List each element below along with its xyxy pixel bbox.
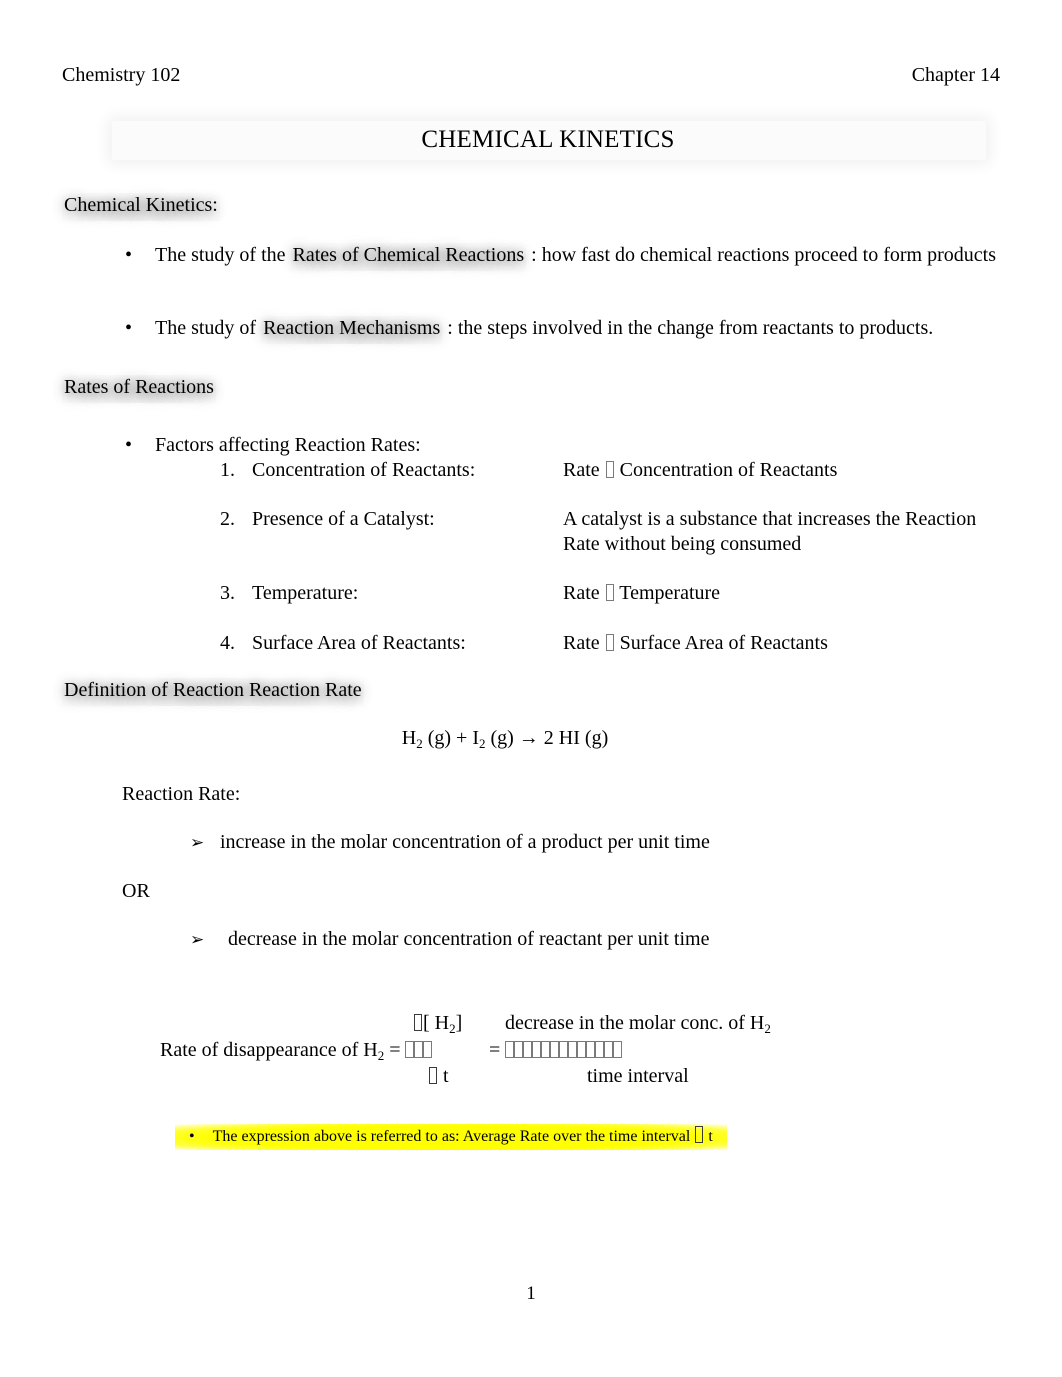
section-heading-definition-text: Definition of Reaction Reaction Rate xyxy=(62,678,364,706)
section-heading-rates-of-reactions: Rates of Reactions xyxy=(62,375,216,403)
running-head: Chemistry 102 Chapter 14 xyxy=(62,62,1000,88)
highlighted-note-text-post: t xyxy=(704,1128,713,1145)
bullet-text-post: : how fast do chemical reactions proceed… xyxy=(526,244,996,266)
course-label: Chemistry 102 xyxy=(62,64,181,86)
factor-label: Temperature: xyxy=(252,582,359,604)
list-item: • The study of Reaction Mechanisms : the… xyxy=(125,316,1015,344)
equation-i2: I xyxy=(472,727,479,749)
factor-description: A catalyst is a substance that increases… xyxy=(563,508,977,555)
rate-expression-denominator-right: time interval xyxy=(587,1065,689,1087)
list-number: 4. xyxy=(220,632,235,654)
factor-description: Rate Concentration of Reactants xyxy=(563,458,1003,483)
highlighted-note: • The expression above is referred to as… xyxy=(175,1124,895,1150)
numerator-right-text: decrease in the molar conc. of H xyxy=(505,1012,765,1034)
rate-expression-denominator-left: t xyxy=(428,1064,449,1089)
rate-label-equals: = xyxy=(384,1039,406,1061)
list-item-text: The study of the Rates of Chemical React… xyxy=(155,243,996,271)
or-separator: OR xyxy=(122,880,150,902)
highlighted-note-text: The expression above is referred to as: … xyxy=(212,1128,695,1145)
list-number: 2. xyxy=(220,508,235,530)
list-number: 3. xyxy=(220,582,235,604)
factors-heading: Factors affecting Reaction Rates: xyxy=(155,434,421,456)
key-term-reaction-mechanisms: Reaction Mechanisms xyxy=(261,316,443,344)
rate-expression-numerator-right: decrease in the molar conc. of H2 xyxy=(505,1011,771,1041)
proportional-symbol-missing-glyph-icon xyxy=(605,584,614,601)
key-term-rates-of-chemical-reactions: Rates of Chemical Reactions xyxy=(290,243,527,271)
rate-expression-numerator-left: [ H2] xyxy=(413,1011,462,1041)
proportional-symbol-missing-glyph-icon xyxy=(605,461,614,478)
fraction-bar-left-missing-glyph-icon xyxy=(405,1039,433,1061)
chemical-equation: H2 (g) + I2 (g) → 2 HI (g) xyxy=(0,726,1010,756)
list-item-text: The study of Reaction Mechanisms : the s… xyxy=(155,316,933,344)
denominator-time-variable: t xyxy=(443,1065,449,1087)
list-number: 1. xyxy=(220,459,235,481)
bullet-marker: • xyxy=(125,244,133,266)
section-heading-rates-of-reactions-text: Rates of Reactions xyxy=(62,375,216,403)
list-item: • Factors affecting Reaction Rates: xyxy=(125,433,825,458)
table-row: 4. Surface Area of Reactants: Rate Surfa… xyxy=(220,631,1003,656)
factor-label: Surface Area of Reactants: xyxy=(252,632,466,654)
factor-description-post: Temperature xyxy=(614,582,721,604)
section-heading-chemical-kinetics: Chemical Kinetics: xyxy=(62,193,220,221)
page-number: 1 xyxy=(526,1283,536,1304)
equation-gas1: (g) + xyxy=(422,727,473,749)
numerator-bracket: [ H xyxy=(423,1012,450,1034)
factor-description-pre: Rate xyxy=(563,459,605,481)
numerator-close: ] xyxy=(455,1012,463,1034)
numerator-right-subscript: 2 xyxy=(764,1021,771,1036)
equation-h2: H xyxy=(401,727,417,749)
table-row: 1. Concentration of Reactants: Rate Conc… xyxy=(220,458,1003,483)
list-item: ➢ increase in the molar concentration of… xyxy=(190,830,890,855)
factor-description-post: Surface Area of Reactants xyxy=(614,632,828,654)
delta-symbol-missing-glyph-icon xyxy=(695,1126,704,1143)
list-item: ➢ decrease in the molar concentration of… xyxy=(190,927,890,952)
factor-label: Concentration of Reactants: xyxy=(252,459,476,481)
bullet-text-pre: The study of xyxy=(155,317,262,339)
delta-symbol-missing-glyph-icon xyxy=(414,1014,422,1031)
bullet-text-pre: The study of the xyxy=(155,244,291,266)
rate-label-text: Rate of disappearance of H xyxy=(160,1039,378,1061)
table-row: 3. Temperature: Rate Temperature xyxy=(220,581,1003,606)
factor-description-post: Concentration of Reactants xyxy=(614,459,838,481)
factor-label: Presence of a Catalyst: xyxy=(252,508,435,530)
factor-description: Rate Surface Area of Reactants xyxy=(563,631,1003,656)
equation-gas2: (g) → 2 HI (g) xyxy=(485,727,609,749)
arrow-bullet-icon: ➢ xyxy=(190,930,205,949)
chapter-label: Chapter 14 xyxy=(911,64,1000,86)
rate-expression-label: Rate of disappearance of H2 = xyxy=(160,1038,433,1068)
bullet-marker: • xyxy=(125,434,133,456)
fraction-bar-right-missing-glyph-icon xyxy=(505,1039,623,1061)
proportional-symbol-missing-glyph-icon xyxy=(605,634,614,651)
rate-expression-second-equals: = xyxy=(489,1038,623,1063)
document-page: Chemistry 102 Chapter 14 CHEMICAL KINETI… xyxy=(0,0,1062,1377)
factor-description-pre: Rate xyxy=(563,632,605,654)
list-item: • The study of the Rates of Chemical Rea… xyxy=(125,243,1005,271)
bullet-marker: • xyxy=(125,317,133,339)
reaction-rate-heading: Reaction Rate: xyxy=(122,783,241,805)
reaction-rate-increase-text: increase in the molar concentration of a… xyxy=(220,831,710,853)
equals-sign: = xyxy=(489,1039,501,1061)
factor-description-pre: Rate xyxy=(563,582,605,604)
delta-symbol-missing-glyph-icon xyxy=(429,1067,437,1084)
section-heading-chemical-kinetics-text: Chemical Kinetics: xyxy=(62,193,220,221)
arrow-bullet-icon: ➢ xyxy=(190,833,205,852)
bullet-text-post: : the steps involved in the change from … xyxy=(442,317,934,339)
page-title: CHEMICAL KINETICS xyxy=(421,126,675,153)
bullet-marker: • xyxy=(189,1128,195,1145)
table-row: 2. Presence of a Catalyst: A catalyst is… xyxy=(220,507,1003,557)
section-heading-definition-of-reaction-rate: Definition of Reaction Reaction Rate xyxy=(62,678,364,706)
reaction-rate-decrease-text: decrease in the molar concentration of r… xyxy=(228,928,710,950)
highlighted-note-content: • The expression above is referred to as… xyxy=(175,1124,727,1150)
factor-description: Rate Temperature xyxy=(563,581,1003,606)
